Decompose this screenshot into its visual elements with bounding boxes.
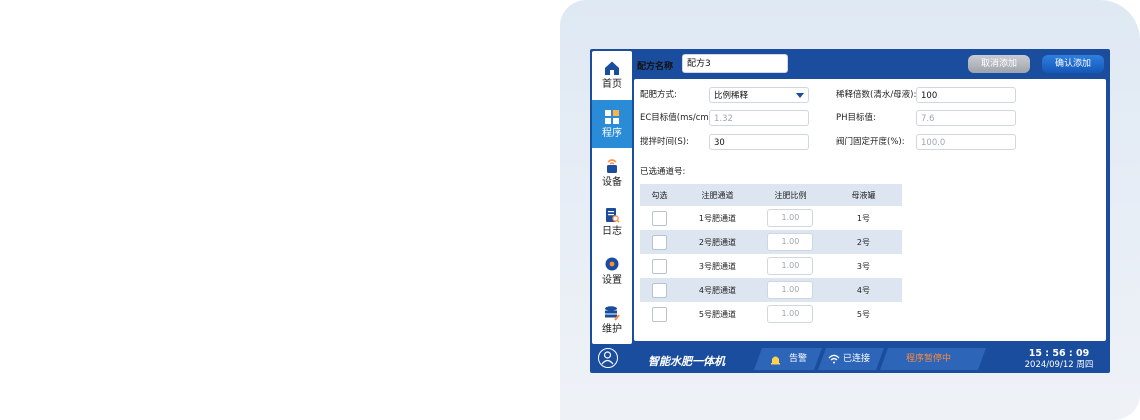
channel-name: 5号肥通道 <box>698 309 736 319</box>
ec-target-label: EC目标值(ms/cm): <box>640 113 715 123</box>
settings-icon <box>605 257 619 271</box>
tank-name: 3号 <box>856 261 871 271</box>
tank-name: 1号 <box>856 213 871 223</box>
column-header-tank: 母液罐 <box>824 184 902 206</box>
status-bar: 智能水肥一体机 告警 已连接 程序暂停中 15 : 56 : 09 2024/0… <box>590 345 1110 373</box>
table-row: 2号肥通道 1.00 2号 <box>640 230 902 254</box>
sidebar-item-label: 设置 <box>602 275 622 286</box>
sidebar-item-label: 维护 <box>602 324 622 335</box>
user-icon <box>601 351 614 365</box>
stir-time-label: 搅拌时间(S): <box>640 137 689 147</box>
top-bar: 配方名称 配方3 取消添加 确认添加 <box>634 51 1108 77</box>
recipe-name-input[interactable]: 配方3 <box>682 54 788 73</box>
sidebar-item-label: 程序 <box>602 128 622 139</box>
connection-status: 已连接 <box>843 354 871 364</box>
table-row: 3号肥通道 1.00 3号 <box>640 254 902 278</box>
channel-table: 勾选 注肥通道 注肥比例 母液罐 1号肥通道 1.00 1号 2号肥通道 1.0… <box>640 184 902 326</box>
sidebar-item-label: 首页 <box>602 79 622 90</box>
sidebar-item-label: 设备 <box>602 177 622 188</box>
row-checkbox[interactable] <box>651 282 667 298</box>
mix-mode-select[interactable]: 比例稀释 <box>709 87 809 103</box>
sidebar-item-program[interactable]: 程序 <box>592 100 632 148</box>
clock: 15 : 56 : 09 2024/09/12 周四 <box>1014 348 1104 371</box>
ratio-input[interactable]: 1.00 <box>767 281 814 299</box>
alarm-icon <box>771 356 780 365</box>
program-icon <box>605 110 619 124</box>
ratio-input[interactable]: 1.00 <box>767 305 814 323</box>
mix-mode-label: 配肥方式: <box>640 90 677 100</box>
ec-target-input[interactable]: 1.32 <box>709 110 809 126</box>
ratio-input[interactable]: 1.00 <box>767 233 814 251</box>
table-header-row: 勾选 注肥通道 注肥比例 母液罐 <box>640 184 902 206</box>
column-header-ratio: 注肥比例 <box>755 184 825 206</box>
cancel-add-button[interactable]: 取消添加 <box>968 55 1030 73</box>
alarm-segment-bg <box>753 348 823 370</box>
home-icon <box>605 61 619 75</box>
row-checkbox[interactable] <box>651 210 667 226</box>
table-row: 1号肥通道 1.00 1号 <box>640 206 902 230</box>
sidebar-item-device[interactable]: 设备 <box>592 149 632 197</box>
ratio-input[interactable]: 1.00 <box>767 257 814 275</box>
sidebar-item-home[interactable]: 首页 <box>592 51 632 99</box>
chevron-down-icon <box>796 93 804 98</box>
channel-name: 1号肥通道 <box>698 213 736 223</box>
table-row: 5号肥通道 1.00 5号 <box>640 302 902 326</box>
sidebar: 首页 程序 设备 日志 设置 维护 <box>592 51 632 344</box>
row-checkbox[interactable] <box>651 258 667 274</box>
alarm-status[interactable]: 告警 <box>789 348 807 370</box>
tank-name: 4号 <box>824 278 902 302</box>
stir-time-input[interactable]: 30 <box>709 134 809 150</box>
current-date: 2024/09/12 周四 <box>1024 360 1094 370</box>
tank-name: 2号 <box>824 230 902 254</box>
current-time: 15 : 56 : 09 <box>1028 348 1090 359</box>
column-header-select: 勾选 <box>640 184 679 206</box>
app-title: 智能水肥一体机 <box>648 355 725 368</box>
channel-name: 2号肥通道 <box>678 230 756 254</box>
ratio-input[interactable]: 1.00 <box>767 209 814 227</box>
valve-opening-label: 阀门固定开度(%): <box>836 137 905 147</box>
sidebar-item-log[interactable]: 日志 <box>592 198 632 246</box>
ph-target-input[interactable]: 7.6 <box>916 110 1016 126</box>
channel-name: 3号肥通道 <box>698 261 736 271</box>
dilution-label: 稀释倍数(清水/母液): <box>836 90 917 100</box>
dilution-input[interactable]: 100 <box>916 87 1016 103</box>
table-row: 4号肥通道 1.00 4号 <box>640 278 902 302</box>
user-avatar[interactable] <box>598 348 618 368</box>
ph-target-label: PH目标值: <box>836 113 876 123</box>
selected-channels-label: 已选通道号: <box>640 167 686 177</box>
maintenance-icon <box>605 306 620 321</box>
column-header-channel: 注肥通道 <box>678 184 756 206</box>
channel-name: 4号肥通道 <box>678 278 756 302</box>
mix-mode-value: 比例稀释 <box>714 91 749 101</box>
confirm-add-button[interactable]: 确认添加 <box>1042 55 1104 73</box>
device-icon <box>607 159 617 173</box>
sidebar-item-maintenance[interactable]: 维护 <box>592 296 632 344</box>
main-content: 配方名称 配方3 取消添加 确认添加 配肥方式: 比例稀释 稀释倍数(清水/母液… <box>634 51 1108 343</box>
tank-name: 5号 <box>856 309 871 319</box>
wifi-icon <box>828 354 840 364</box>
valve-opening-input[interactable]: 100.0 <box>916 134 1016 150</box>
sidebar-item-settings[interactable]: 设置 <box>592 247 632 295</box>
log-icon <box>606 208 620 223</box>
row-checkbox[interactable] <box>651 306 667 322</box>
row-checkbox[interactable] <box>651 234 667 250</box>
sidebar-item-label: 日志 <box>602 226 622 237</box>
program-status: 程序暂停中 <box>906 354 952 364</box>
recipe-name-label: 配方名称 <box>637 62 674 72</box>
